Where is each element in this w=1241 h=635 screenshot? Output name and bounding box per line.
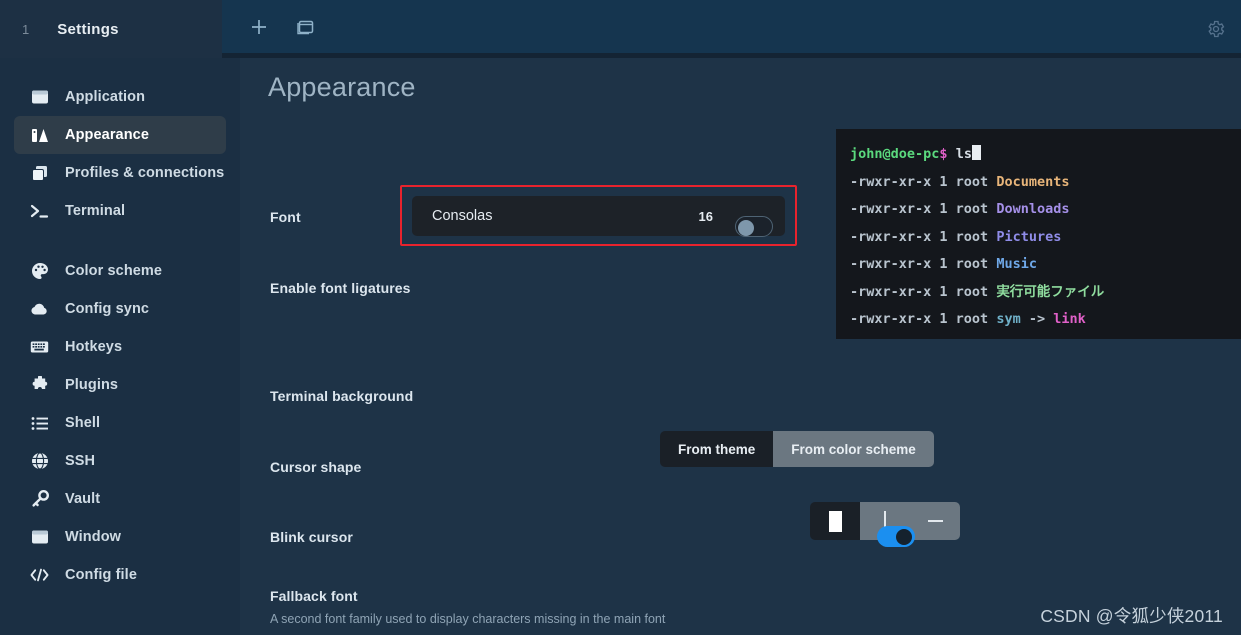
keyboard-icon — [30, 338, 49, 357]
code-icon — [30, 566, 49, 585]
terminal-perm: -rwxr-xr-x 1 root — [850, 173, 997, 190]
palette-icon — [30, 262, 49, 281]
font-input[interactable]: Consolas 16 — [412, 196, 785, 236]
sidebar-item-label: Color scheme — [65, 263, 163, 279]
terminal-perm: -rwxr-xr-x 1 root — [850, 228, 997, 245]
blink-cursor-toggle[interactable] — [877, 526, 915, 547]
sidebar-item-label: SSH — [65, 453, 96, 469]
fallback-font-description: A second font family used to display cha… — [270, 612, 666, 626]
sidebar-item-color-scheme[interactable]: Color scheme — [14, 252, 226, 290]
sidebar-item-window[interactable]: Window — [14, 518, 226, 556]
sidebar-item-plugins[interactable]: Plugins — [14, 366, 226, 404]
tab-title-label: Settings — [57, 20, 119, 38]
sidebar-item-vault[interactable]: Vault — [14, 480, 226, 518]
terminal-prompt-user: john@doe-pc — [850, 146, 940, 162]
terminal-row: -rwxr-xr-x 1 root 実行可能ファイル — [850, 279, 1241, 307]
ligatures-toggle[interactable] — [735, 216, 773, 237]
terminal-entry-name: Downloads — [996, 201, 1070, 217]
application-icon — [30, 88, 49, 107]
sidebar-item-label: Config file — [65, 567, 137, 583]
terminal-row: -rwxr-xr-x 1 root Music — [850, 251, 1241, 279]
profiles-icon — [30, 164, 49, 183]
terminal-symlink-source: sym — [996, 311, 1021, 327]
tab-settings[interactable]: 1 Settings — [0, 0, 222, 58]
terminal-symlink-arrow: -> — [1028, 311, 1046, 327]
font-label: Font — [270, 209, 301, 225]
sidebar-item-appearance[interactable]: Appearance — [14, 116, 226, 154]
watermark: CSDN @令狐少侠2011 — [1040, 606, 1223, 626]
sidebar-item-application[interactable]: Application — [14, 78, 226, 116]
sidebar-item-label: Hotkeys — [65, 339, 123, 355]
sidebar-item-label: Vault — [65, 491, 101, 507]
block-cursor-icon — [828, 510, 842, 532]
sidebar-item-ssh[interactable]: SSH — [14, 442, 226, 480]
toggle-knob — [896, 528, 912, 545]
key-icon — [30, 490, 49, 509]
sidebar-item-shell[interactable]: Shell — [14, 404, 226, 442]
plus-icon[interactable] — [246, 14, 272, 40]
sidebar-item-profiles-connections[interactable]: Profiles & connections — [14, 154, 226, 192]
window-pane-icon — [30, 528, 49, 547]
terminal-prompt-symbol: $ — [939, 146, 948, 162]
terminal-entry-name: 実行可能ファイル — [996, 283, 1105, 300]
fallback-font-label: Fallback font — [270, 588, 358, 604]
terminal-perm: -rwxr-xr-x 1 root — [850, 201, 997, 217]
sidebar: Application Appearance Profiles & connec… — [0, 58, 240, 635]
puzzle-icon — [30, 376, 49, 395]
terminal-entry-name: Music — [996, 256, 1037, 272]
terminal-command: ls — [955, 146, 972, 162]
sidebar-item-label: Config sync — [65, 301, 150, 317]
sidebar-item-hotkeys[interactable]: Hotkeys — [14, 328, 226, 366]
terminal-entry-name: Documents — [996, 173, 1070, 190]
sidebar-item-label: Terminal — [65, 203, 126, 219]
terminal-entry-name: Pictures — [996, 228, 1062, 245]
cursor-shape-option-block[interactable] — [810, 502, 860, 540]
font-name-value: Consolas — [432, 208, 493, 224]
terminal-cursor-icon — [971, 145, 981, 160]
terminal-perm: -rwxr-xr-x 1 root — [850, 311, 997, 327]
sidebar-item-config-sync[interactable]: Config sync — [14, 290, 226, 328]
terminal-preview: john@doe-pc$ ls -rwxr-xr-x 1 root Docume… — [836, 129, 1241, 339]
window-icon[interactable] — [292, 14, 318, 40]
tab-tools-bar — [222, 0, 1241, 53]
sidebar-item-label: Plugins — [65, 377, 119, 393]
terminal-row: -rwxr-xr-x 1 root Downloads — [850, 196, 1241, 224]
sidebar-item-label: Appearance — [65, 127, 150, 143]
list-icon — [30, 414, 49, 433]
blink-cursor-label: Blink cursor — [270, 529, 353, 545]
page-title: Appearance — [268, 72, 416, 102]
terminal-background-label: Terminal background — [270, 388, 414, 404]
sidebar-item-label: Profiles & connections — [65, 165, 225, 181]
ligatures-label: Enable font ligatures — [270, 280, 411, 296]
appearance-icon — [30, 126, 49, 145]
sidebar-item-label: Window — [65, 529, 122, 545]
cloud-icon — [30, 300, 49, 319]
toggle-knob — [738, 219, 754, 236]
title-bar: 1 Settings — [0, 0, 1241, 58]
settings-window: 1 Settings Application Appearance Profil… — [0, 0, 1241, 635]
underline-cursor-icon — [927, 519, 943, 523]
terminal-background-segment: From theme From color scheme — [660, 431, 934, 467]
cursor-shape-option-underline[interactable] — [910, 502, 960, 540]
gear-icon[interactable] — [1201, 14, 1231, 44]
terminal-prompt-icon — [30, 202, 49, 221]
terminal-perm: -rwxr-xr-x 1 root — [850, 283, 997, 300]
terminal-background-option-from-theme[interactable]: From theme — [660, 431, 774, 467]
sidebar-item-terminal[interactable]: Terminal — [14, 192, 226, 230]
sidebar-divider — [0, 230, 240, 252]
terminal-perm: -rwxr-xr-x 1 root — [850, 256, 997, 272]
terminal-prompt-line: john@doe-pc$ ls — [850, 141, 1241, 169]
terminal-row: -rwxr-xr-x 1 root Pictures — [850, 224, 1241, 252]
sidebar-item-label: Application — [65, 89, 146, 105]
sidebar-item-config-file[interactable]: Config file — [14, 556, 226, 594]
terminal-symlink-row: -rwxr-xr-x 1 root sym -> link — [850, 306, 1241, 334]
terminal-symlink-target: link — [1053, 311, 1086, 327]
globe-icon — [30, 452, 49, 471]
cursor-shape-label: Cursor shape — [270, 459, 362, 475]
font-size-value: 16 — [698, 208, 713, 224]
terminal-row: -rwxr-xr-x 1 root Documents — [850, 169, 1241, 197]
tab-index: 1 — [22, 21, 30, 37]
terminal-background-option-from-color-scheme[interactable]: From color scheme — [773, 431, 934, 467]
sidebar-item-label: Shell — [65, 415, 101, 431]
